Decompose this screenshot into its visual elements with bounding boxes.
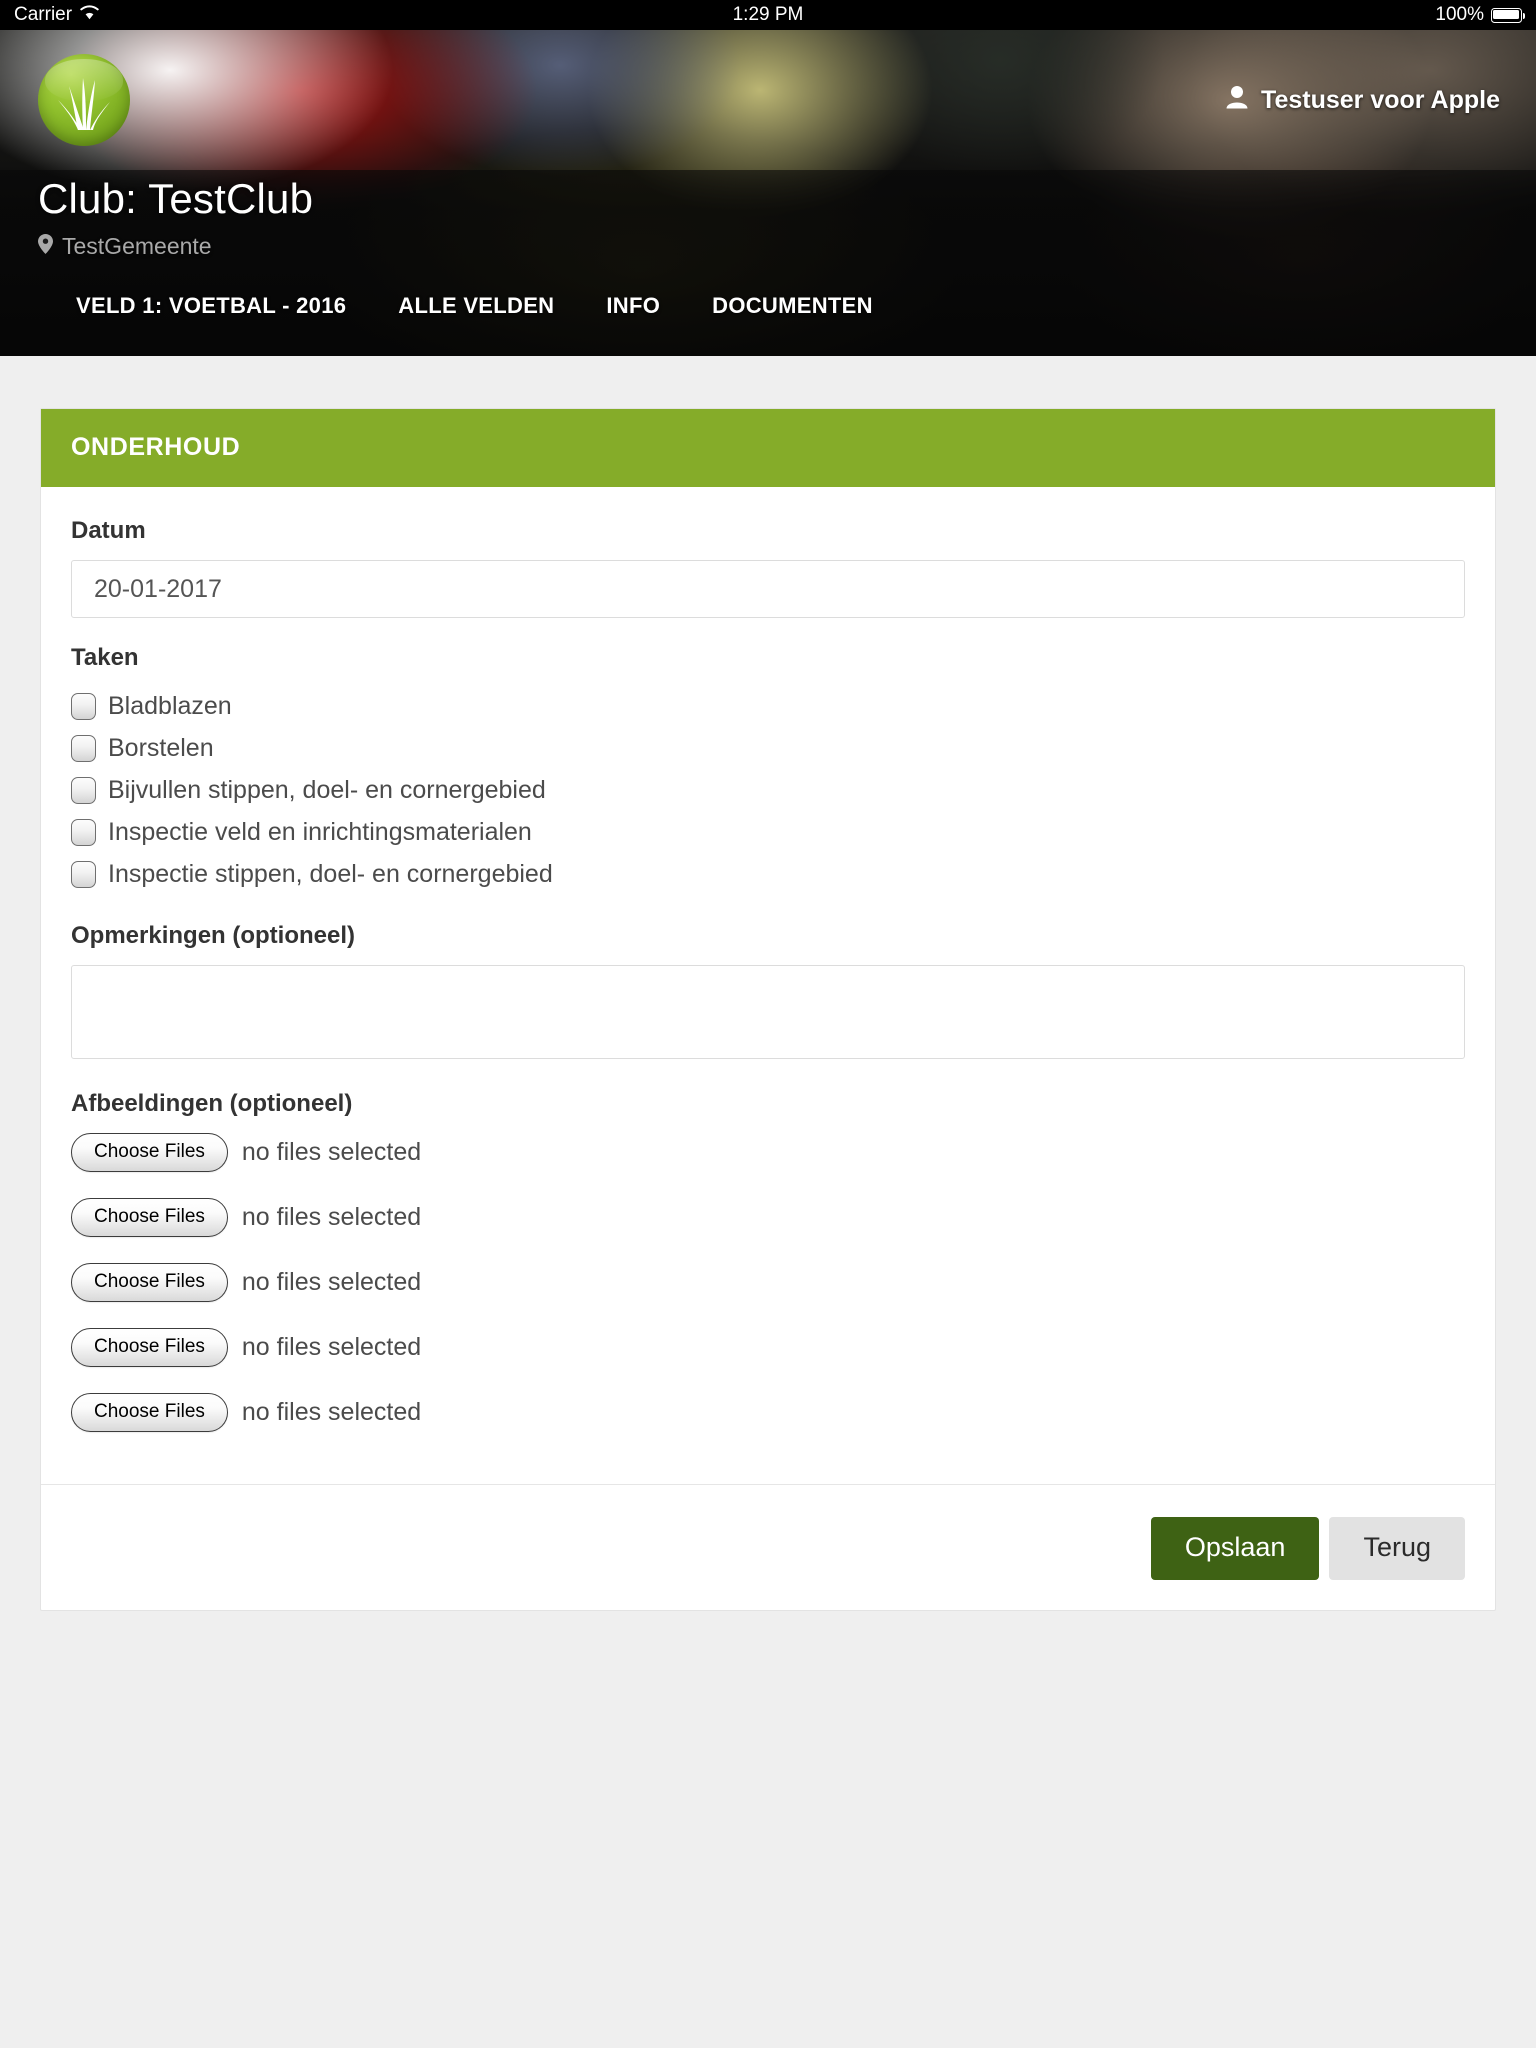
battery-full-icon (1491, 7, 1525, 23)
file-status-label-3: no files selected (241, 1268, 422, 1296)
user-icon (1226, 85, 1248, 116)
file-input-row: Choose Files no files selected (71, 1133, 1465, 1172)
opmerkingen-label: Opmerkingen (optioneel) (71, 922, 356, 949)
task-label: Inspectie veld en inrichtingsmaterialen (108, 818, 532, 846)
status-bar: Carrier 1:29 PM 100% (0, 0, 1536, 30)
status-bar-right: 100% (1435, 4, 1525, 26)
task-row[interactable]: Inspectie veld en inrichtingsmaterialen (71, 812, 1465, 854)
location-label: TestGemeente (62, 233, 212, 260)
wifi-icon (80, 4, 99, 26)
file-input-row: Choose Files no files selected (71, 1198, 1465, 1237)
opslaan-button[interactable]: Opslaan (1150, 1517, 1320, 1580)
task-row[interactable]: Bijvullen stippen, doel- en cornergebied (71, 770, 1465, 812)
page-content: ONDERHOUD Datum Taken Bladblazen Borstel… (0, 356, 1536, 2048)
battery-percent-label: 100% (1435, 4, 1484, 25)
choose-files-button-3[interactable]: Choose Files (71, 1263, 228, 1302)
task-label: Bladblazen (108, 692, 232, 720)
user-menu[interactable]: Testuser voor Apple (1226, 85, 1500, 116)
file-status-label-1: no files selected (241, 1138, 422, 1166)
task-label: Inspectie stippen, doel- en cornergebied (108, 860, 553, 888)
task-checkbox-inspectie-veld[interactable] (71, 819, 96, 846)
nav-tab-veld-1[interactable]: VELD 1: VOETBAL - 2016 (76, 293, 346, 319)
file-status-label-5: no files selected (241, 1398, 422, 1426)
user-name-label: Testuser voor Apple (1261, 85, 1500, 114)
opmerkingen-textarea[interactable] (71, 965, 1465, 1059)
choose-files-button-4[interactable]: Choose Files (71, 1328, 228, 1367)
file-input-row: Choose Files no files selected (71, 1328, 1465, 1367)
task-label: Borstelen (108, 734, 214, 762)
choose-files-button-1[interactable]: Choose Files (71, 1133, 228, 1172)
nav-tab-info[interactable]: INFO (606, 293, 660, 319)
task-checkbox-borstelen[interactable] (71, 735, 96, 762)
file-status-label-2: no files selected (241, 1203, 422, 1231)
afbeeldingen-label: Afbeeldingen (optioneel) (71, 1090, 353, 1117)
location-line: TestGemeente (38, 233, 1536, 260)
status-bar-center: 1:29 PM (0, 0, 1536, 30)
task-row[interactable]: Borstelen (71, 728, 1465, 770)
panel-title: ONDERHOUD (41, 409, 1495, 487)
onderhoud-panel: ONDERHOUD Datum Taken Bladblazen Borstel… (40, 408, 1496, 1611)
panel-footer: Opslaan Terug (41, 1484, 1495, 1610)
datum-input[interactable] (71, 560, 1465, 618)
carrier-label: Carrier (14, 4, 73, 25)
task-checkbox-bladblazen[interactable] (71, 693, 96, 720)
choose-files-button-2[interactable]: Choose Files (71, 1198, 228, 1237)
header-top-bar: Testuser voor Apple (0, 30, 1536, 170)
task-row[interactable]: Inspectie stippen, doel- en cornergebied (71, 854, 1465, 896)
map-pin-icon (38, 233, 53, 260)
header-body: Club: TestClub TestGemeente VELD 1: VOET… (0, 170, 1536, 319)
primary-nav: VELD 1: VOETBAL - 2016 ALLE VELDEN INFO … (38, 293, 1536, 319)
choose-files-button-5[interactable]: Choose Files (71, 1393, 228, 1432)
task-row[interactable]: Bladblazen (71, 686, 1465, 728)
status-bar-left: Carrier (14, 4, 99, 26)
grass-logo-icon[interactable] (38, 54, 130, 146)
file-status-label-4: no files selected (241, 1333, 422, 1361)
task-label: Bijvullen stippen, doel- en cornergebied (108, 776, 546, 804)
grass-blades (58, 78, 110, 130)
terug-button[interactable]: Terug (1329, 1517, 1465, 1580)
file-input-row: Choose Files no files selected (71, 1263, 1465, 1302)
clock-label: 1:29 PM (732, 4, 804, 25)
nav-tab-documenten[interactable]: DOCUMENTEN (712, 293, 873, 319)
file-input-row: Choose Files no files selected (71, 1393, 1465, 1432)
datum-label: Datum (71, 517, 146, 544)
task-checkbox-bijvullen-stippen[interactable] (71, 777, 96, 804)
page-title: Club: TestClub (38, 175, 314, 222)
app-header: Testuser voor Apple Club: TestClub TestG… (0, 30, 1536, 356)
task-checkbox-inspectie-stippen[interactable] (71, 861, 96, 888)
nav-tab-alle-velden[interactable]: ALLE VELDEN (398, 293, 554, 319)
taken-label: Taken (71, 644, 139, 671)
panel-body: Datum Taken Bladblazen Borstelen Bijvull… (41, 487, 1495, 1484)
